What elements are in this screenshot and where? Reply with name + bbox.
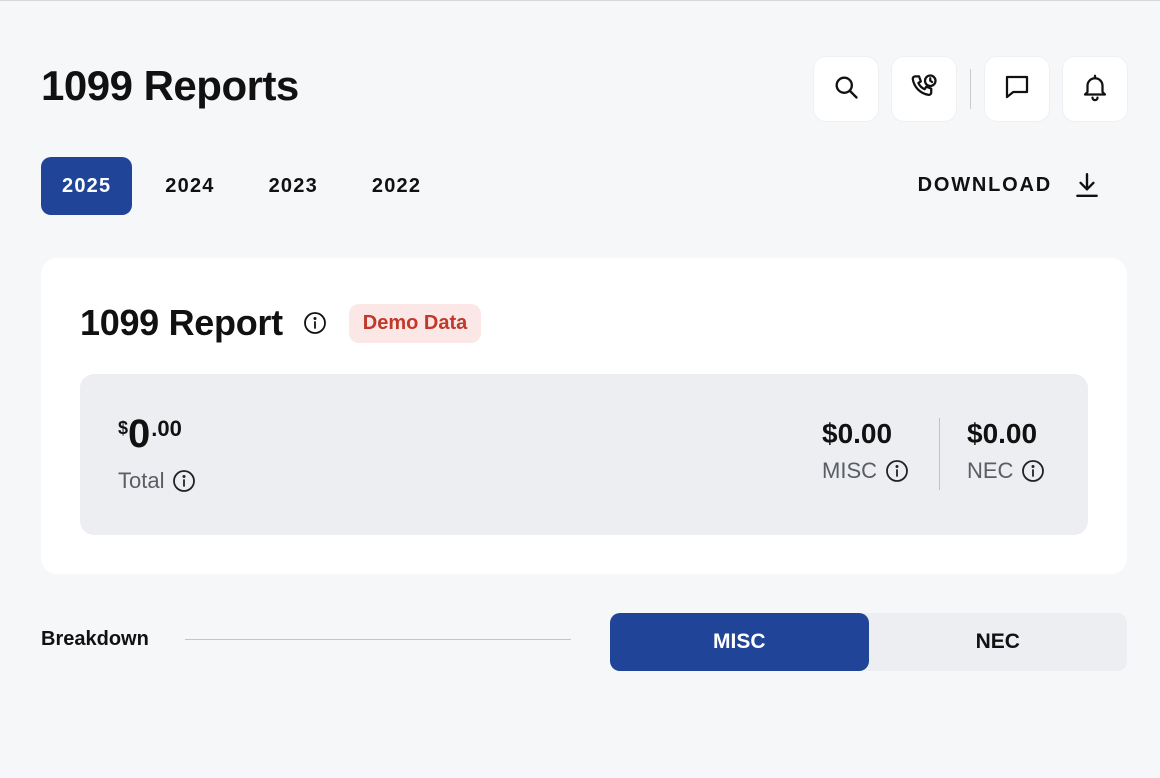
download-label: DOWNLOAD [917,173,1052,196]
nec-label-row: NEC [967,458,1045,484]
misc-value: $0.00 [822,418,893,449]
card-header: 1099 Report Demo Data [80,302,482,344]
info-icon[interactable] [172,469,196,493]
info-icon[interactable] [885,459,909,483]
nec-stat: $0.00 NEC [967,418,1045,484]
summary-panel: $ 0 .00 Total $0.00 MISC $0.00 NEC [80,374,1088,535]
tab-year-2022[interactable]: 2022 [351,157,442,215]
info-icon[interactable] [1021,459,1045,483]
total-label-row: Total [118,468,196,494]
breakdown-divider [185,639,571,640]
breakdown-toggle: MISC NEC [610,613,1127,671]
segment-misc[interactable]: MISC [610,613,869,671]
notifications-button[interactable] [1063,57,1127,121]
header-actions [814,57,1127,121]
misc-label: MISC [822,458,877,483]
report-card: 1099 Report Demo Data $ 0 .00 Total $0.0… [41,258,1127,574]
call-history-button[interactable] [892,57,956,121]
download-button[interactable]: DOWNLOAD [918,171,1100,199]
info-icon[interactable] [303,311,327,335]
actions-divider [970,69,971,109]
search-button[interactable] [814,57,878,121]
messages-button[interactable] [985,57,1049,121]
year-tabs: 2025 2024 2023 2022 [41,157,454,215]
phone-clock-icon [909,72,939,107]
total-amount: $ 0 .00 [118,412,196,456]
total-cents: .00 [151,416,182,441]
total-block: $ 0 .00 Total [118,412,196,494]
breakdown-label: Breakdown [41,628,149,650]
bell-icon [1080,72,1110,107]
misc-label-row: MISC [822,458,909,484]
card-title: 1099 Report [80,302,283,343]
nec-value: $0.00 [967,418,1038,449]
demo-data-badge: Demo Data [348,303,482,343]
chat-icon [1002,72,1032,107]
total-label: Total [118,468,165,493]
segment-nec[interactable]: NEC [869,613,1128,671]
top-divider [0,0,1160,1]
misc-stat: $0.00 MISC [822,418,909,484]
stat-divider [939,418,940,490]
search-icon [832,73,860,106]
download-icon [1074,171,1100,199]
tab-year-2024[interactable]: 2024 [144,157,235,215]
tab-year-2023[interactable]: 2023 [248,157,339,215]
page-title: 1099 Reports [41,62,299,109]
tab-year-2025[interactable]: 2025 [41,157,133,215]
total-integer: 0 [128,412,151,456]
currency-symbol: $ [118,418,129,438]
nec-label: NEC [967,458,1014,483]
